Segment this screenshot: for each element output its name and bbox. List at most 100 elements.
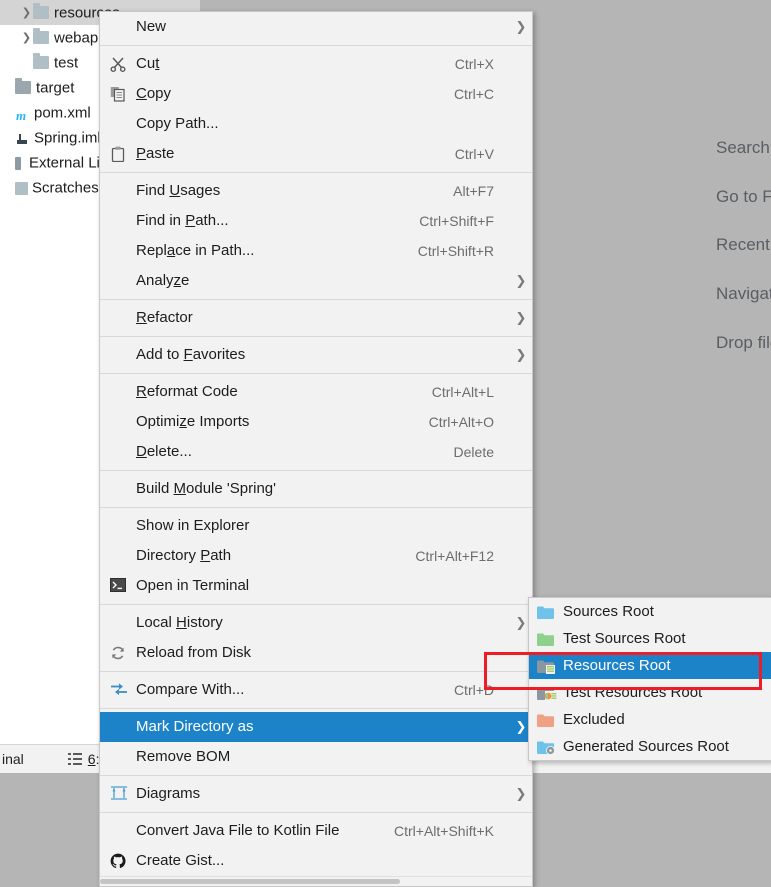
- menu-item-delete[interactable]: Delete... Delete: [100, 437, 532, 467]
- menu-item-shortcut: Ctrl+Shift+F: [419, 213, 494, 229]
- no-icon: [110, 183, 126, 199]
- no-icon: [110, 749, 126, 765]
- submenu-item-test-sources-root[interactable]: Test Sources Root: [529, 625, 771, 652]
- status-terminal-label: inal: [2, 751, 24, 767]
- menu-item-icon-slot: [100, 719, 136, 735]
- submenu-item-icon-slot: [529, 684, 563, 701]
- status-terminal-button[interactable]: inal: [2, 751, 24, 767]
- menu-item-find-in-path[interactable]: Find in Path... Ctrl+Shift+F: [100, 206, 532, 236]
- chevron-right-icon: ❯: [515, 347, 527, 362]
- menu-item-icon-slot: [100, 548, 136, 564]
- no-icon: [110, 384, 126, 400]
- resources-root-icon: [536, 657, 557, 674]
- menu-item-optimize-imports[interactable]: Optimize Imports Ctrl+Alt+O: [100, 407, 532, 437]
- menu-separator: [100, 336, 532, 337]
- menu-item-icon-slot: [100, 273, 136, 289]
- menu-item-open-in-terminal[interactable]: Open in Terminal: [100, 571, 532, 601]
- menu-item-create-gist[interactable]: Create Gist...: [100, 846, 532, 876]
- menu-item-refactor[interactable]: Refactor ❯: [100, 303, 532, 333]
- no-icon: [110, 414, 126, 430]
- reload-icon: [110, 645, 126, 661]
- menu-item-diagrams[interactable]: Diagrams ❯: [100, 779, 532, 809]
- menu-item-reload-from-disk[interactable]: Reload from Disk: [100, 638, 532, 668]
- menu-item-paste[interactable]: Paste Ctrl+V: [100, 139, 532, 169]
- maven-xml-icon: [15, 103, 30, 128]
- terminal-icon: [110, 578, 126, 594]
- submenu-item-resources-root[interactable]: Resources Root: [529, 652, 771, 679]
- chevron-right-icon: ❯: [515, 310, 527, 325]
- menu-item-compare-with[interactable]: Compare With... Ctrl+D: [100, 675, 532, 705]
- menu-item-label: Replace in Path...: [136, 242, 255, 259]
- submenu-item-excluded[interactable]: Excluded: [529, 706, 771, 733]
- menu-item-label: Cut: [136, 55, 160, 72]
- menu-item-label: Optimize Imports: [136, 413, 250, 430]
- menu-item-shortcut: Ctrl+Alt+Shift+K: [394, 823, 494, 839]
- menu-item-analyze[interactable]: Analyze ❯: [100, 266, 532, 296]
- no-icon: [110, 518, 126, 534]
- editor-hint-1: Go to File: [716, 187, 771, 206]
- menu-item-shortcut: Ctrl+Alt+F12: [415, 548, 494, 564]
- menu-item-icon-slot: [100, 56, 136, 72]
- test-resources-root-icon: [536, 684, 557, 701]
- editor-hint-3: Navigation Bar: [716, 284, 771, 303]
- submenu-item-icon-slot: [529, 603, 563, 620]
- chevron-right-icon: ❯: [515, 786, 527, 801]
- menu-item-build-module-spring[interactable]: Build Module 'Spring': [100, 474, 532, 504]
- menu-item-replace-in-path[interactable]: Replace in Path... Ctrl+Shift+R: [100, 236, 532, 266]
- menu-item-cut[interactable]: Cut Ctrl+X: [100, 49, 532, 79]
- scrollbar-thumb[interactable]: [100, 879, 400, 884]
- menu-item-icon-slot: [100, 518, 136, 534]
- menu-item-new[interactable]: New ❯: [100, 12, 532, 42]
- menu-item-label: Diagrams: [136, 785, 201, 802]
- no-icon: [110, 243, 126, 259]
- menu-item-shortcut: Delete: [453, 444, 494, 460]
- menu-item-show-in-explorer[interactable]: Show in Explorer: [100, 511, 532, 541]
- menu-item-label: Refactor: [136, 309, 193, 326]
- editor-hint-2: Recent Files: [716, 235, 771, 254]
- menu-item-copy-path[interactable]: Copy Path...: [100, 109, 532, 139]
- menu-item-local-history[interactable]: Local History ❯: [100, 608, 532, 638]
- menu-item-label: Copy: [136, 85, 172, 102]
- file-context-menu[interactable]: New ❯ Cut Ctrl+X Copy Ctrl+C Copy Path... Paste…: [99, 11, 533, 887]
- menu-item-icon-slot: [100, 481, 136, 497]
- no-icon: [110, 347, 126, 363]
- menu-item-remove-bom[interactable]: Remove BOM: [100, 742, 532, 772]
- menu-item-icon-slot: [100, 645, 136, 661]
- menu-item-label: Reformat Code: [136, 383, 238, 400]
- menu-item-shortcut: Ctrl+Alt+L: [431, 384, 494, 400]
- submenu-item-test-resources-root[interactable]: Test Resources Root: [529, 679, 771, 706]
- menu-item-label: Paste: [136, 145, 175, 162]
- chevron-right-icon[interactable]: ❯: [20, 26, 33, 51]
- submenu-item-label: Resources Root: [563, 657, 671, 674]
- menu-item-label: Find in Path...: [136, 212, 229, 229]
- menu-item-find-usages[interactable]: Find Usages Alt+F7: [100, 176, 532, 206]
- menu-item-directory-path[interactable]: Directory Path Ctrl+Alt+F12: [100, 541, 532, 571]
- menu-item-label: Build Module 'Spring': [136, 480, 276, 497]
- menu-item-label: Local History: [136, 614, 223, 631]
- editor-hint-4: Drop files here: [716, 333, 771, 352]
- menu-item-copy[interactable]: Copy Ctrl+C: [100, 79, 532, 109]
- menu-item-shortcut: Ctrl+V: [454, 146, 494, 162]
- submenu-item-sources-root[interactable]: Sources Root: [529, 598, 771, 625]
- tree-item-label: Spring.iml: [34, 129, 101, 147]
- submenu-item-generated-sources-root[interactable]: Generated Sources Root: [529, 733, 771, 760]
- todo-mnemonic: 6: [87, 751, 96, 767]
- chevron-right-icon[interactable]: ❯: [20, 1, 33, 26]
- menu-separator: [100, 373, 532, 374]
- menu-item-mark-directory-as[interactable]: Mark Directory as ❯: [100, 712, 532, 742]
- folder-icon: [33, 53, 49, 69]
- submenu-item-label: Sources Root: [563, 603, 654, 620]
- menu-item-reformat-code[interactable]: Reformat Code Ctrl+Alt+L: [100, 377, 532, 407]
- sources-root-icon: [536, 603, 557, 620]
- menu-item-icon-slot: [100, 310, 136, 326]
- context-menu-horizontal-scrollbar[interactable]: [100, 876, 532, 886]
- menu-item-add-to-favorites[interactable]: Add to Favorites ❯: [100, 340, 532, 370]
- mark-directory-as-submenu[interactable]: Sources Root Test Sources Root Resources R…: [528, 597, 771, 761]
- excluded-icon: [536, 711, 557, 728]
- menu-item-icon-slot: [100, 414, 136, 430]
- menu-item-convert-java-file-to-kotlin-file[interactable]: Convert Java File to Kotlin File Ctrl+Alt…: [100, 816, 532, 846]
- tree-item-label: pom.xml: [34, 104, 91, 122]
- menu-item-icon-slot: [100, 19, 136, 35]
- menu-separator: [100, 299, 532, 300]
- menu-item-label: Reload from Disk: [136, 644, 252, 661]
